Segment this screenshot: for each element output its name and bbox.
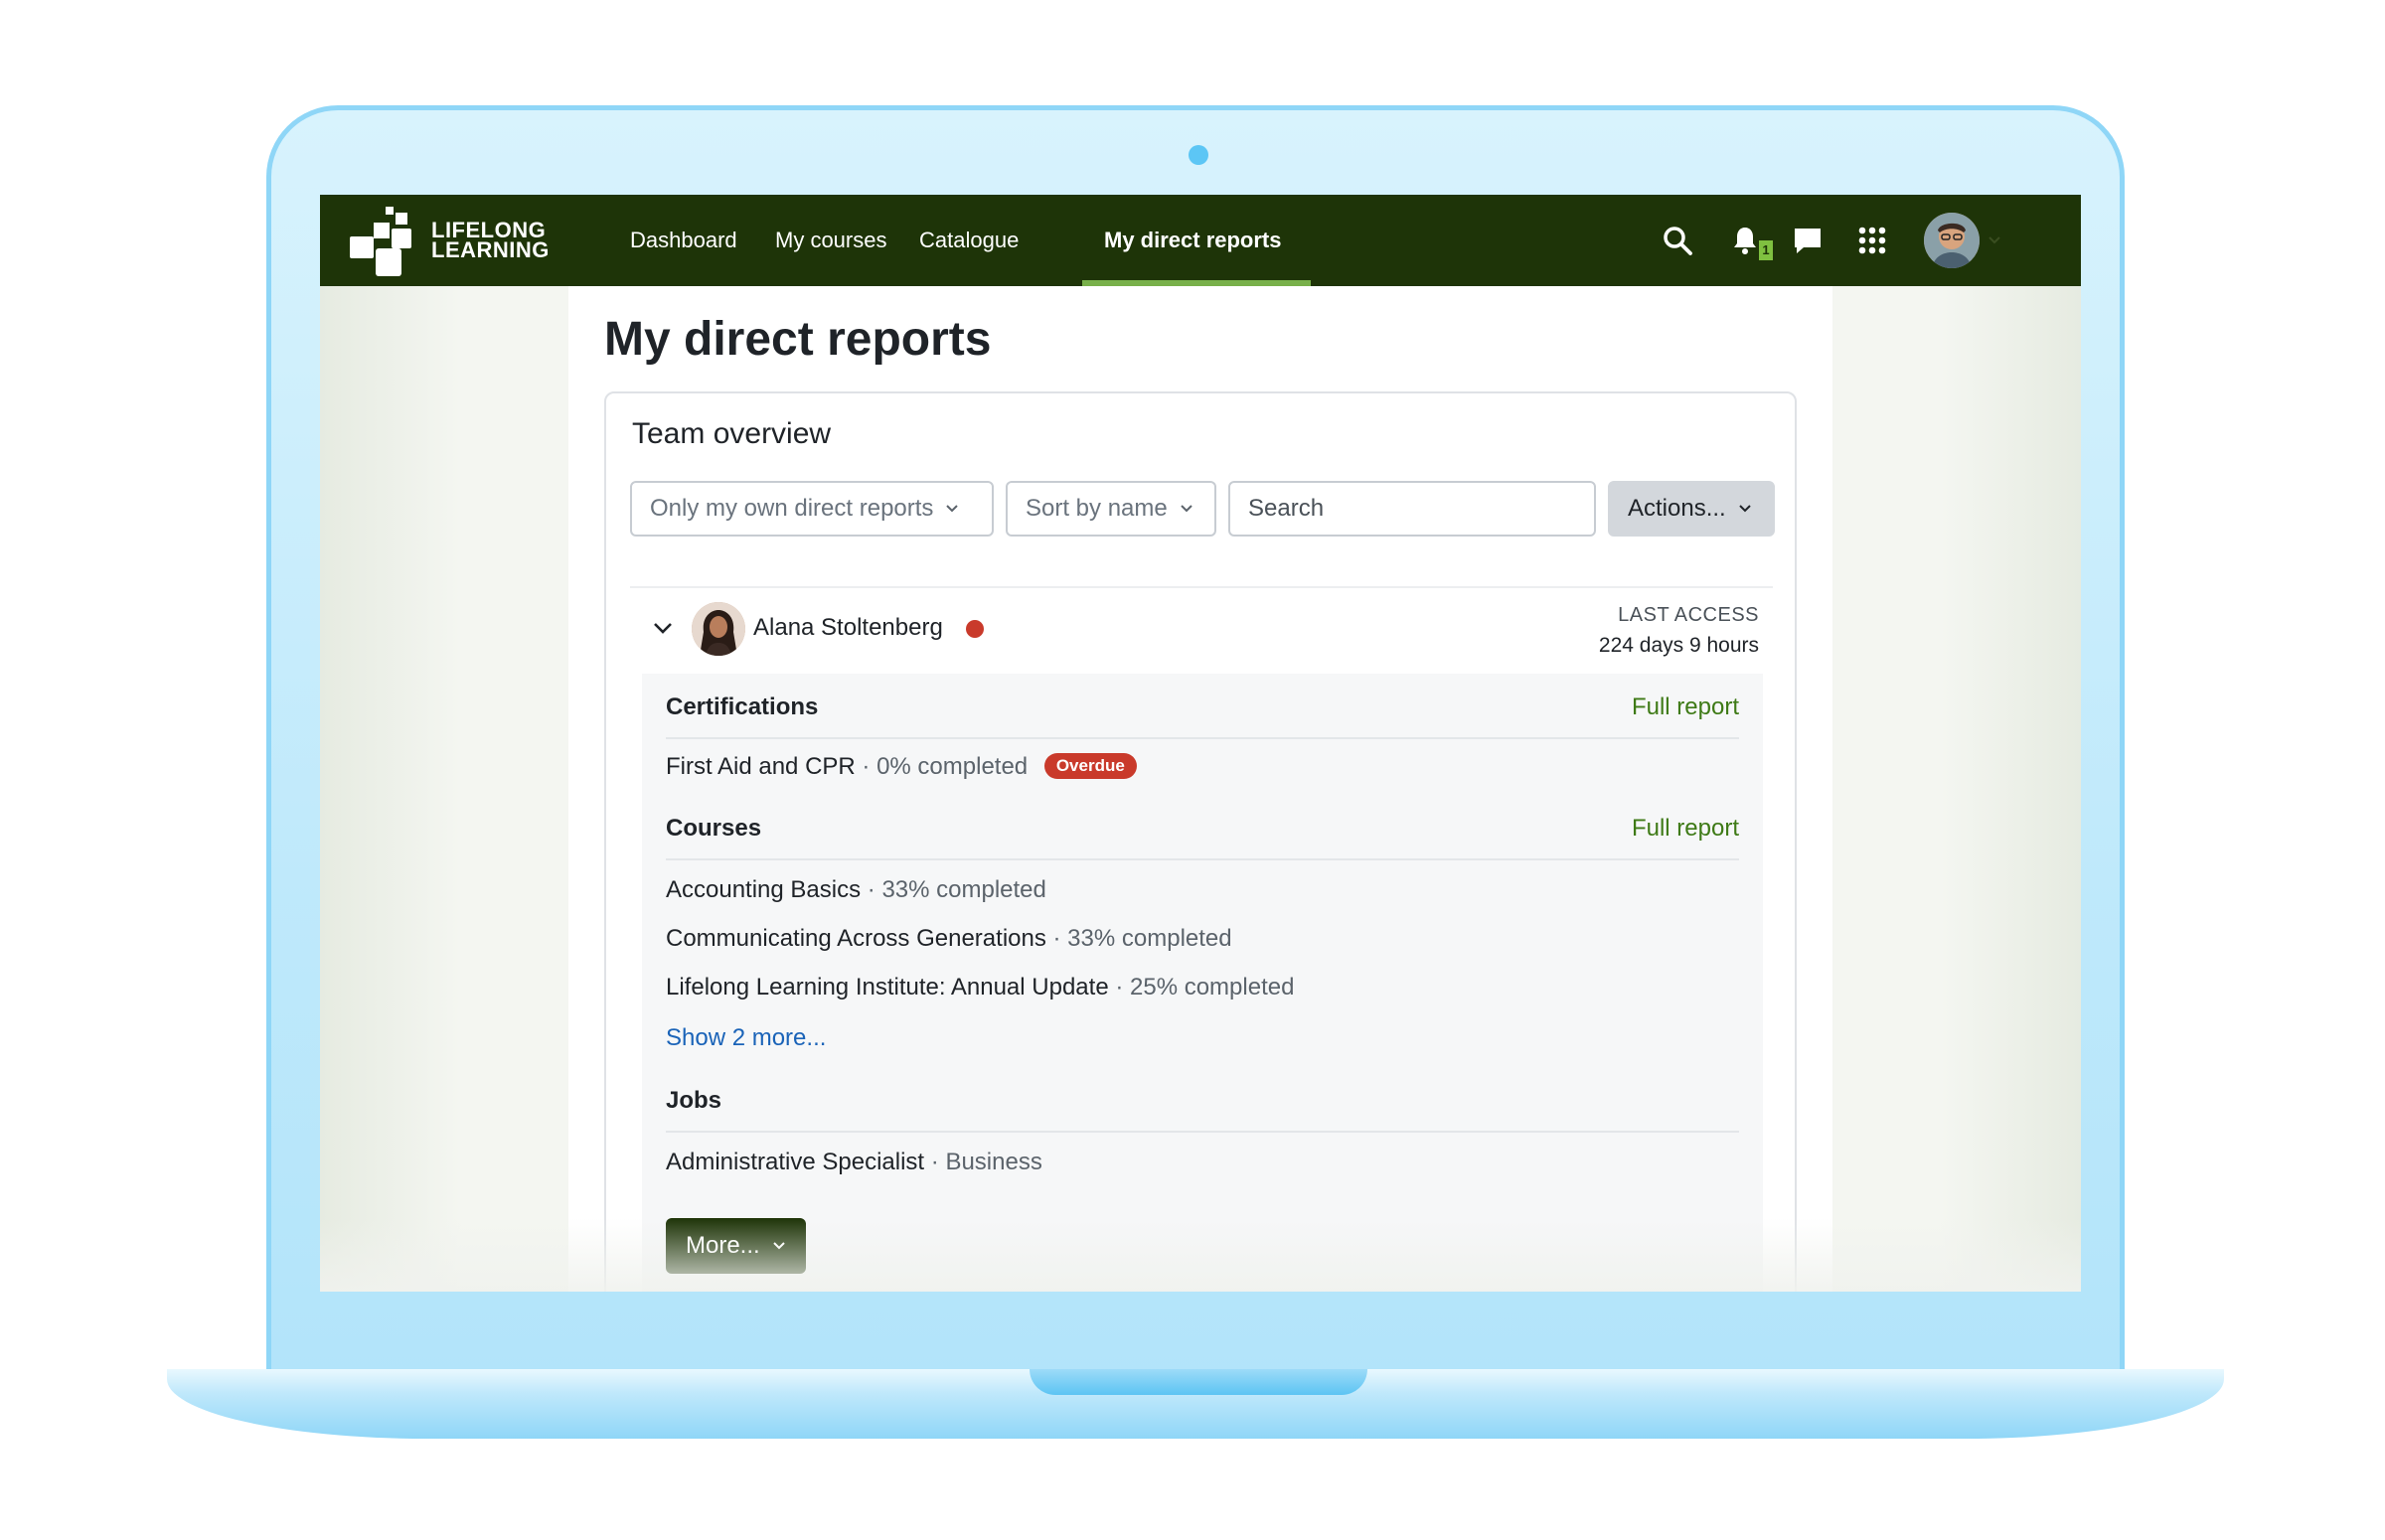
last-access-value: 224 days 9 hours	[1598, 634, 1759, 657]
chevron-down-icon	[772, 1242, 785, 1250]
section-divider	[666, 737, 1739, 739]
overdue-badge: Overdue	[1043, 753, 1137, 779]
nav-my-courses[interactable]: My courses	[775, 195, 886, 286]
course-progress: · 33% completed	[867, 876, 1046, 903]
section-divider	[666, 1131, 1739, 1133]
courses-heading: Courses	[666, 815, 762, 842]
brand-name[interactable]: LIFELONG LEARNING	[431, 220, 550, 262]
actions-dropdown-button[interactable]: Actions...	[1608, 481, 1775, 537]
user-avatar-image	[1924, 213, 1980, 268]
brand-line-2: LEARNING	[431, 237, 550, 262]
sort-dropdown-label: Sort by name	[1026, 495, 1168, 522]
show-more-courses-link[interactable]: Show 2 more...	[666, 1024, 826, 1052]
job-item: Administrative Specialist · Business	[666, 1149, 1042, 1176]
job-title[interactable]: Administrative Specialist	[666, 1149, 924, 1175]
certifications-full-report-link[interactable]: Full report	[1632, 693, 1739, 721]
actions-label: Actions...	[1628, 495, 1726, 522]
more-actions-button[interactable]: More...	[666, 1218, 806, 1274]
nav-my-direct-reports[interactable]: My direct reports	[1104, 195, 1282, 286]
person-details-panel: Certifications Full report First Aid and…	[642, 674, 1763, 1292]
course-progress: · 25% completed	[1115, 974, 1295, 1001]
person-name[interactable]: Alana Stoltenberg	[753, 614, 943, 642]
top-navbar: LIFELONG LEARNING Dashboard My courses C…	[320, 195, 2081, 286]
filter-dropdown-label: Only my own direct reports	[650, 495, 934, 522]
chevron-down-icon	[946, 505, 959, 513]
courses-full-report-link[interactable]: Full report	[1632, 815, 1739, 843]
course-item: Communicating Across Generations · 33% c…	[666, 925, 1232, 953]
main-content: My direct reports Team overview Only my …	[568, 286, 1832, 1292]
search-input[interactable]: Search	[1228, 481, 1596, 537]
job-organisation: · Business	[930, 1149, 1042, 1175]
filter-dropdown[interactable]: Only my own direct reports	[630, 481, 994, 537]
user-menu-caret-icon[interactable]	[1988, 234, 2001, 246]
course-progress: · 33% completed	[1052, 925, 1232, 952]
bell-icon[interactable]	[1729, 225, 1761, 256]
certification-progress: · 0% completed	[862, 753, 1029, 780]
page-title: My direct reports	[604, 313, 992, 366]
notification-count-badge: 1	[1759, 240, 1773, 260]
card-title: Team overview	[632, 417, 832, 450]
brand-logo-icon[interactable]	[350, 207, 413, 276]
more-actions-label: More...	[686, 1232, 760, 1259]
sort-dropdown[interactable]: Sort by name	[1006, 481, 1216, 537]
app-screen: LIFELONG LEARNING Dashboard My courses C…	[320, 195, 2081, 1292]
certifications-heading: Certifications	[666, 693, 819, 720]
course-item: Lifelong Learning Institute: Annual Upda…	[666, 974, 1294, 1001]
chevron-down-icon	[1181, 505, 1192, 513]
apps-grid-icon[interactable]	[1856, 225, 1888, 256]
course-name[interactable]: Communicating Across Generations	[666, 925, 1046, 952]
team-overview-card: Team overview Only my own direct reports…	[604, 391, 1797, 1292]
course-item: Accounting Basics · 33% completed	[666, 876, 1046, 904]
nav-catalogue[interactable]: Catalogue	[919, 195, 1019, 286]
list-divider	[630, 586, 1773, 588]
laptop-notch	[1030, 1369, 1367, 1395]
search-placeholder: Search	[1248, 495, 1325, 522]
search-icon[interactable]	[1662, 225, 1693, 256]
person-avatar-image	[692, 602, 745, 656]
chat-icon[interactable]	[1792, 225, 1824, 256]
section-divider	[666, 858, 1739, 860]
status-indicator	[966, 620, 984, 638]
person-avatar[interactable]	[692, 602, 745, 656]
collapse-chevron-icon[interactable]	[652, 620, 674, 636]
user-avatar[interactable]	[1924, 213, 1980, 268]
last-access-label: LAST ACCESS	[1618, 604, 1759, 626]
certification-item: First Aid and CPR · 0% completed Overdue	[666, 753, 1137, 781]
course-name[interactable]: Accounting Basics	[666, 876, 861, 903]
nav-dashboard[interactable]: Dashboard	[630, 195, 737, 286]
laptop-camera	[1189, 145, 1208, 165]
certification-name[interactable]: First Aid and CPR	[666, 753, 856, 780]
chevron-down-icon	[1739, 505, 1751, 513]
jobs-heading: Jobs	[666, 1087, 722, 1114]
course-name[interactable]: Lifelong Learning Institute: Annual Upda…	[666, 974, 1109, 1001]
